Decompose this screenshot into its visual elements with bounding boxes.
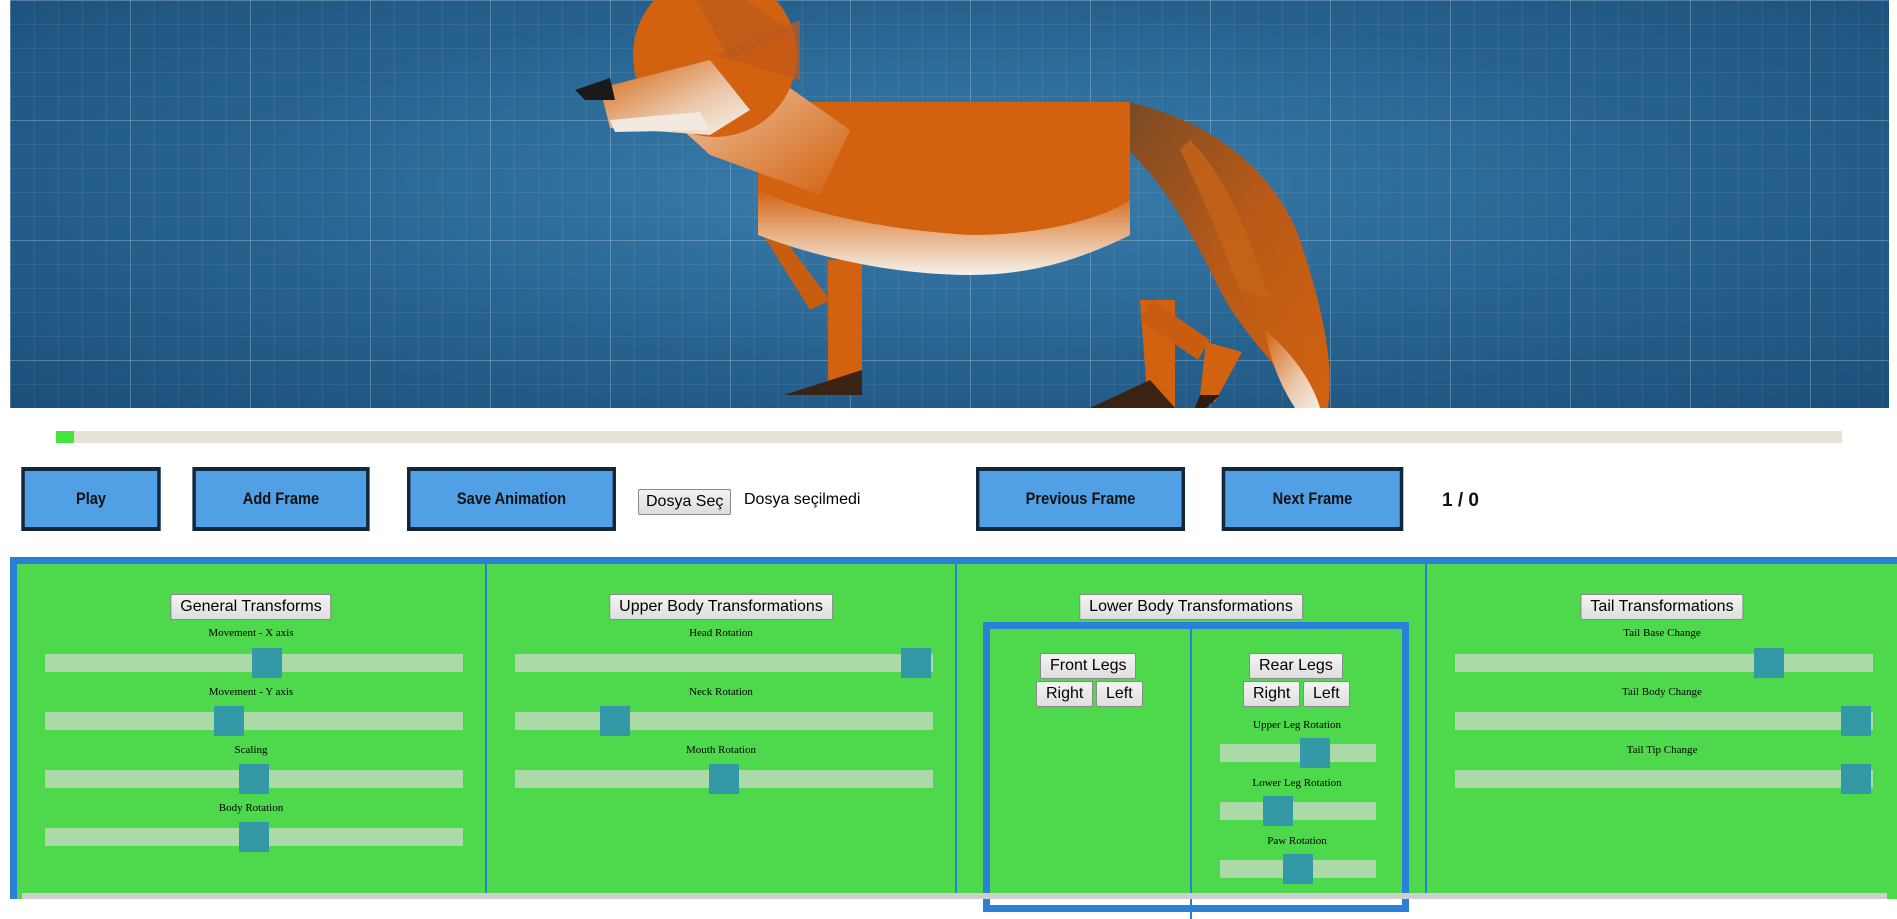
- add-frame-button[interactable]: Add Frame: [192, 467, 370, 531]
- slider-label: Tail Body Change: [1622, 686, 1702, 698]
- lower-body-section: Lower Body Transformations Front Legs Ri…: [957, 564, 1427, 919]
- slider-thumb[interactable]: [600, 706, 631, 736]
- paw-rotation-slider[interactable]: [1220, 854, 1376, 884]
- tail-body-slider[interactable]: [1455, 706, 1873, 736]
- scaling-slider[interactable]: [45, 764, 463, 794]
- mouth-rotation-slider[interactable]: [515, 764, 933, 794]
- animation-progress-bar[interactable]: [56, 431, 1842, 443]
- tail-base-slider[interactable]: [1455, 648, 1873, 678]
- slider-thumb[interactable]: [1262, 796, 1293, 826]
- tail-section: Tail Transformations Tail Base Change Ta…: [1427, 564, 1897, 899]
- next-frame-button[interactable]: Next Frame: [1221, 467, 1404, 531]
- slider-label: Scaling: [234, 744, 268, 756]
- slider-thumb[interactable]: [239, 764, 269, 794]
- slider-thumb[interactable]: [251, 648, 282, 678]
- play-button[interactable]: Play: [21, 467, 161, 531]
- upper-body-button[interactable]: Upper Body Transformations: [609, 594, 833, 620]
- neck-rotation-slider[interactable]: [515, 706, 933, 736]
- frame-counter: 1 / 0: [1442, 490, 1479, 511]
- upper-leg-rotation-slider[interactable]: [1220, 738, 1376, 768]
- movement-x-slider[interactable]: [45, 648, 463, 678]
- slider-thumb[interactable]: [1841, 706, 1872, 736]
- previous-frame-button[interactable]: Previous Frame: [976, 467, 1185, 531]
- front-left-button[interactable]: Left: [1096, 681, 1143, 707]
- front-legs-button[interactable]: Front Legs: [1040, 653, 1137, 679]
- slider-label: Tail Base Change: [1623, 627, 1701, 639]
- animation-canvas[interactable]: [10, 0, 1889, 408]
- head-rotation-slider[interactable]: [515, 648, 933, 678]
- movement-y-slider[interactable]: [45, 706, 463, 736]
- tail-tip-slider[interactable]: [1455, 764, 1873, 794]
- slider-label: Paw Rotation: [1267, 835, 1327, 847]
- rear-right-button[interactable]: Right: [1243, 681, 1301, 707]
- body-rotation-slider[interactable]: [45, 822, 463, 852]
- slider-label: Lower Leg Rotation: [1252, 777, 1342, 789]
- general-transforms-button[interactable]: General Transforms: [170, 594, 332, 620]
- slider-thumb[interactable]: [213, 706, 244, 736]
- slider-label: Movement - Y axis: [208, 686, 294, 698]
- lower-body-frame: Front Legs Right Left Rear Legs Right Le…: [983, 622, 1409, 919]
- slider-thumb[interactable]: [1300, 738, 1331, 768]
- general-transforms-section: General Transforms Movement - X axis Mov…: [17, 564, 487, 899]
- slider-label: Body Rotation: [218, 802, 284, 814]
- slider-thumb[interactable]: [239, 822, 269, 852]
- horizontal-scrollbar[interactable]: [22, 893, 1887, 899]
- transform-panel: General Transforms Movement - X axis Mov…: [10, 557, 1897, 919]
- slider-thumb[interactable]: [1283, 854, 1313, 884]
- slider-label: Head Rotation: [689, 627, 753, 639]
- rear-legs-button[interactable]: Rear Legs: [1249, 653, 1343, 679]
- slider-thumb[interactable]: [901, 648, 932, 678]
- front-right-button[interactable]: Right: [1036, 681, 1094, 707]
- tail-button[interactable]: Tail Transformations: [1580, 594, 1744, 620]
- file-status-text: Dosya seçilmedi: [744, 491, 861, 508]
- slider-label: Movement - X axis: [208, 627, 294, 639]
- slider-label: Upper Leg Rotation: [1253, 719, 1341, 731]
- upper-body-section: Upper Body Transformations Head Rotation…: [487, 564, 957, 899]
- divider: [1190, 629, 1192, 919]
- lower-body-button[interactable]: Lower Body Transformations: [1079, 594, 1303, 620]
- lower-leg-rotation-slider[interactable]: [1220, 796, 1376, 826]
- slider-label: Tail Tip Change: [1626, 744, 1698, 756]
- progress-fill: [56, 431, 74, 443]
- slider-thumb[interactable]: [1841, 764, 1872, 794]
- slider-label: Mouth Rotation: [686, 744, 756, 756]
- fox-icon: [575, 0, 1330, 408]
- slider-label: Neck Rotation: [689, 686, 753, 698]
- slider-thumb[interactable]: [709, 764, 739, 794]
- rear-left-button[interactable]: Left: [1303, 681, 1350, 707]
- save-animation-button[interactable]: Save Animation: [407, 467, 616, 531]
- file-choose-button[interactable]: Dosya Seç: [638, 489, 732, 515]
- slider-thumb[interactable]: [1753, 648, 1784, 678]
